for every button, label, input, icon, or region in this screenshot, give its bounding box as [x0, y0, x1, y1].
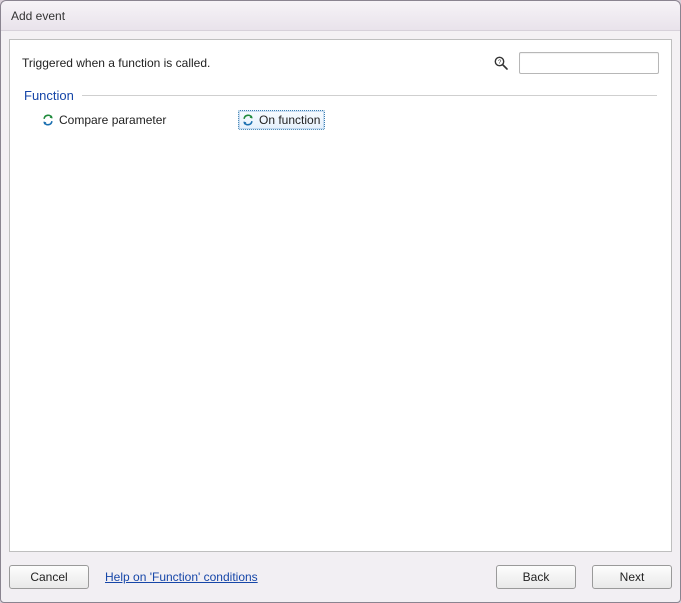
cancel-button[interactable]: Cancel	[9, 565, 89, 589]
condition-label: Compare parameter	[59, 113, 166, 127]
search-input[interactable]	[519, 52, 659, 74]
cycle-icon	[41, 113, 55, 127]
section-header: Function	[24, 86, 657, 104]
footer: Cancel Help on 'Function' conditions Bac…	[9, 560, 672, 594]
next-button[interactable]: Next	[592, 565, 672, 589]
dialog-body: Triggered when a function is called. ? F…	[9, 39, 672, 552]
header-row: Triggered when a function is called. ?	[10, 40, 671, 82]
description-text: Triggered when a function is called.	[22, 56, 483, 70]
back-button[interactable]: Back	[496, 565, 576, 589]
section-title: Function	[24, 88, 82, 103]
search-icon: ?	[493, 55, 509, 71]
condition-compare-parameter[interactable]: Compare parameter	[38, 110, 171, 130]
condition-list: Compare parameter On function	[24, 104, 657, 130]
condition-label: On function	[259, 113, 320, 127]
help-link[interactable]: Help on 'Function' conditions	[105, 570, 258, 584]
cycle-icon	[241, 113, 255, 127]
window-title: Add event	[11, 9, 65, 23]
titlebar[interactable]: Add event	[1, 1, 680, 31]
condition-on-function[interactable]: On function	[238, 110, 325, 130]
dialog-window: Add event Triggered when a function is c…	[0, 0, 681, 603]
section-function: Function Compare parameter	[10, 86, 671, 130]
section-rule	[82, 95, 657, 96]
